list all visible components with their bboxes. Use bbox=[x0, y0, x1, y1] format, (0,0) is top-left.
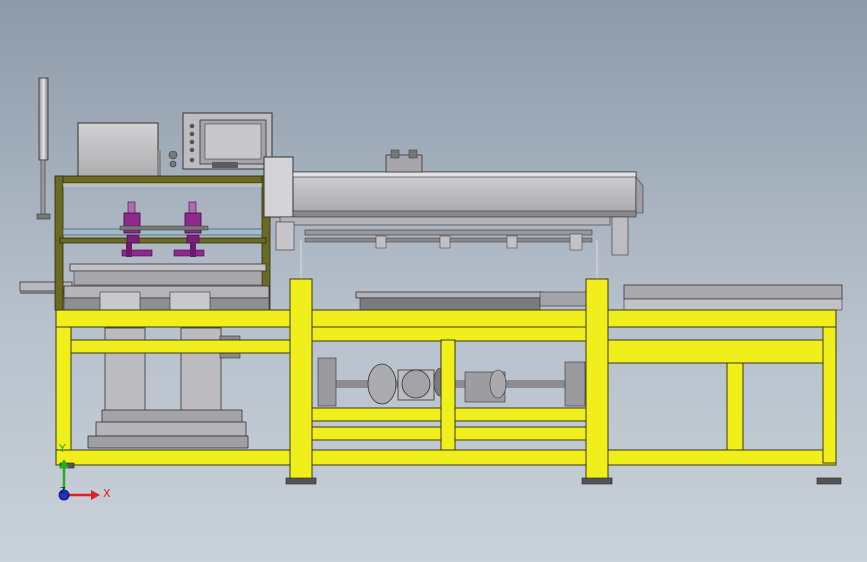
machine-assembly-drawing bbox=[19, 77, 843, 485]
signal-post bbox=[36, 77, 51, 220]
z-axis-label: Z bbox=[60, 486, 66, 495]
x-axis-label: X bbox=[103, 487, 111, 500]
y-axis-arrowhead bbox=[59, 459, 69, 468]
cad-viewport[interactable]: Y X Z bbox=[0, 0, 867, 562]
right-output-conveyor bbox=[623, 284, 843, 311]
y-axis-label: Y bbox=[59, 442, 66, 455]
upper-transfer-module bbox=[263, 149, 644, 280]
electrical-cabinet bbox=[77, 122, 161, 184]
coordinate-triad bbox=[58, 459, 100, 501]
center-work-table bbox=[355, 291, 591, 313]
left-slide-table bbox=[63, 263, 270, 311]
x-axis-arrowhead bbox=[91, 490, 100, 500]
frame-feet bbox=[59, 462, 842, 485]
purple-gripper-assembly bbox=[119, 201, 209, 257]
hmi-control-panel bbox=[168, 112, 273, 170]
